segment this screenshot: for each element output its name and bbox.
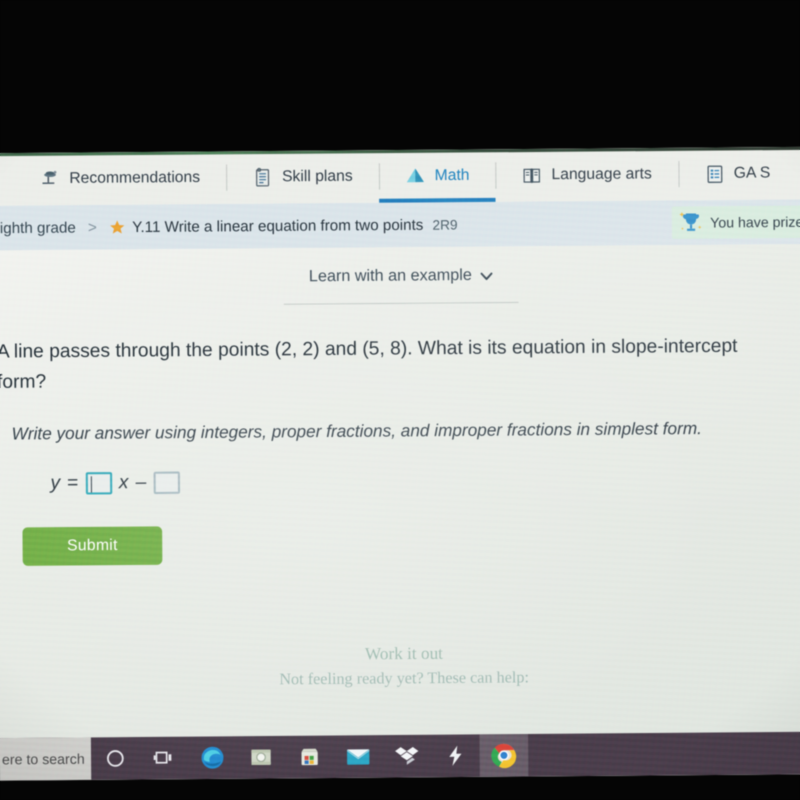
breadcrumb-skill-title: Y.11 Write a linear equation from two po… xyxy=(132,216,424,236)
windows-taskbar: ere to search xyxy=(0,731,800,781)
taskbar-icons xyxy=(91,733,529,780)
language-arts-book-icon xyxy=(524,168,541,183)
monitor-screen: Recommendations Skill plans Math Languag… xyxy=(0,146,800,781)
prize-badge[interactable]: You have prize xyxy=(671,205,800,239)
question-text: A line passes through the points (2, 2) … xyxy=(0,335,738,394)
nav-tab-label: Math xyxy=(434,166,470,185)
nav-tab-recommendations[interactable]: Recommendations xyxy=(13,151,226,205)
learn-with-example-link[interactable]: Learn with an example xyxy=(309,267,493,287)
skill-plans-icon xyxy=(256,167,270,187)
chrome-icon xyxy=(491,743,517,769)
edge-icon xyxy=(201,746,224,769)
nav-tab-skill-plans[interactable]: Skill plans xyxy=(226,150,379,204)
microsoft-store-icon xyxy=(301,748,318,766)
trophy-icon xyxy=(679,212,702,231)
answer-equation-row: y = x – xyxy=(0,467,800,496)
taskbar-microsoft-store[interactable] xyxy=(285,735,334,778)
subject-nav-bar: Recommendations Skill plans Math Languag… xyxy=(0,146,800,206)
work-it-out-heading: Work it out xyxy=(364,643,443,664)
breadcrumb-grade[interactable]: Eighth grade xyxy=(0,219,76,237)
taskbar-cortana[interactable] xyxy=(91,737,140,780)
skill-code: 2R9 xyxy=(432,216,458,233)
nav-tab-label: Recommendations xyxy=(69,168,201,188)
task-view-icon xyxy=(153,751,172,764)
taskbar-dropbox[interactable] xyxy=(382,735,431,778)
cortana-icon xyxy=(106,750,124,767)
slope-input[interactable] xyxy=(85,472,112,495)
photos-icon xyxy=(251,749,271,765)
taskbar-chrome[interactable] xyxy=(479,733,529,777)
breadcrumb: Eighth grade > Y.11 Write a linear equat… xyxy=(0,199,800,251)
y-label: y xyxy=(50,472,61,494)
breadcrumb-separator: > xyxy=(87,218,97,236)
standards-clipboard-icon xyxy=(707,165,722,183)
math-pyramid-icon xyxy=(407,168,424,183)
search-input[interactable]: ere to search xyxy=(0,737,92,781)
minus-operator: – xyxy=(135,471,147,494)
taskbar-photos[interactable] xyxy=(237,736,286,779)
x-label: x xyxy=(118,471,129,494)
taskbar-lightning-app[interactable] xyxy=(431,734,480,777)
equals-sign: = xyxy=(67,472,79,494)
intercept-input[interactable] xyxy=(153,471,180,495)
dropbox-icon xyxy=(395,746,419,765)
photo-of-screen: Recommendations Skill plans Math Languag… xyxy=(0,0,800,800)
mail-icon xyxy=(347,749,370,765)
nav-tab-label: Language arts xyxy=(551,165,652,184)
nav-tab-ga-standards[interactable]: GA S xyxy=(678,147,797,201)
submit-button[interactable]: Submit xyxy=(22,526,163,566)
nav-tab-label: GA S xyxy=(733,164,771,182)
prize-label: You have prize xyxy=(710,213,800,231)
section-divider xyxy=(283,301,519,305)
taskbar-task-view[interactable] xyxy=(139,737,188,780)
lightning-app-icon xyxy=(449,745,462,766)
instruction-text: Write your answer using integers, proper… xyxy=(11,418,702,444)
star-icon[interactable] xyxy=(109,219,125,235)
not-ready-text: Not feeling ready yet? These can help: xyxy=(279,669,530,689)
recommendations-icon xyxy=(42,170,57,185)
nav-tab-math[interactable]: Math xyxy=(379,149,497,203)
chevron-down-icon xyxy=(480,272,493,280)
learn-with-example-row: Learn with an example xyxy=(0,244,800,307)
nav-tab-label: Skill plans xyxy=(281,167,353,186)
search-placeholder: ere to search xyxy=(1,750,85,768)
taskbar-mail[interactable] xyxy=(334,735,383,778)
taskbar-edge[interactable] xyxy=(188,736,237,779)
nav-tab-language-arts[interactable]: Language arts xyxy=(496,148,679,202)
learn-with-example-label: Learn with an example xyxy=(308,266,472,286)
question-panel: Learn with an example A line passes thro… xyxy=(0,243,800,781)
